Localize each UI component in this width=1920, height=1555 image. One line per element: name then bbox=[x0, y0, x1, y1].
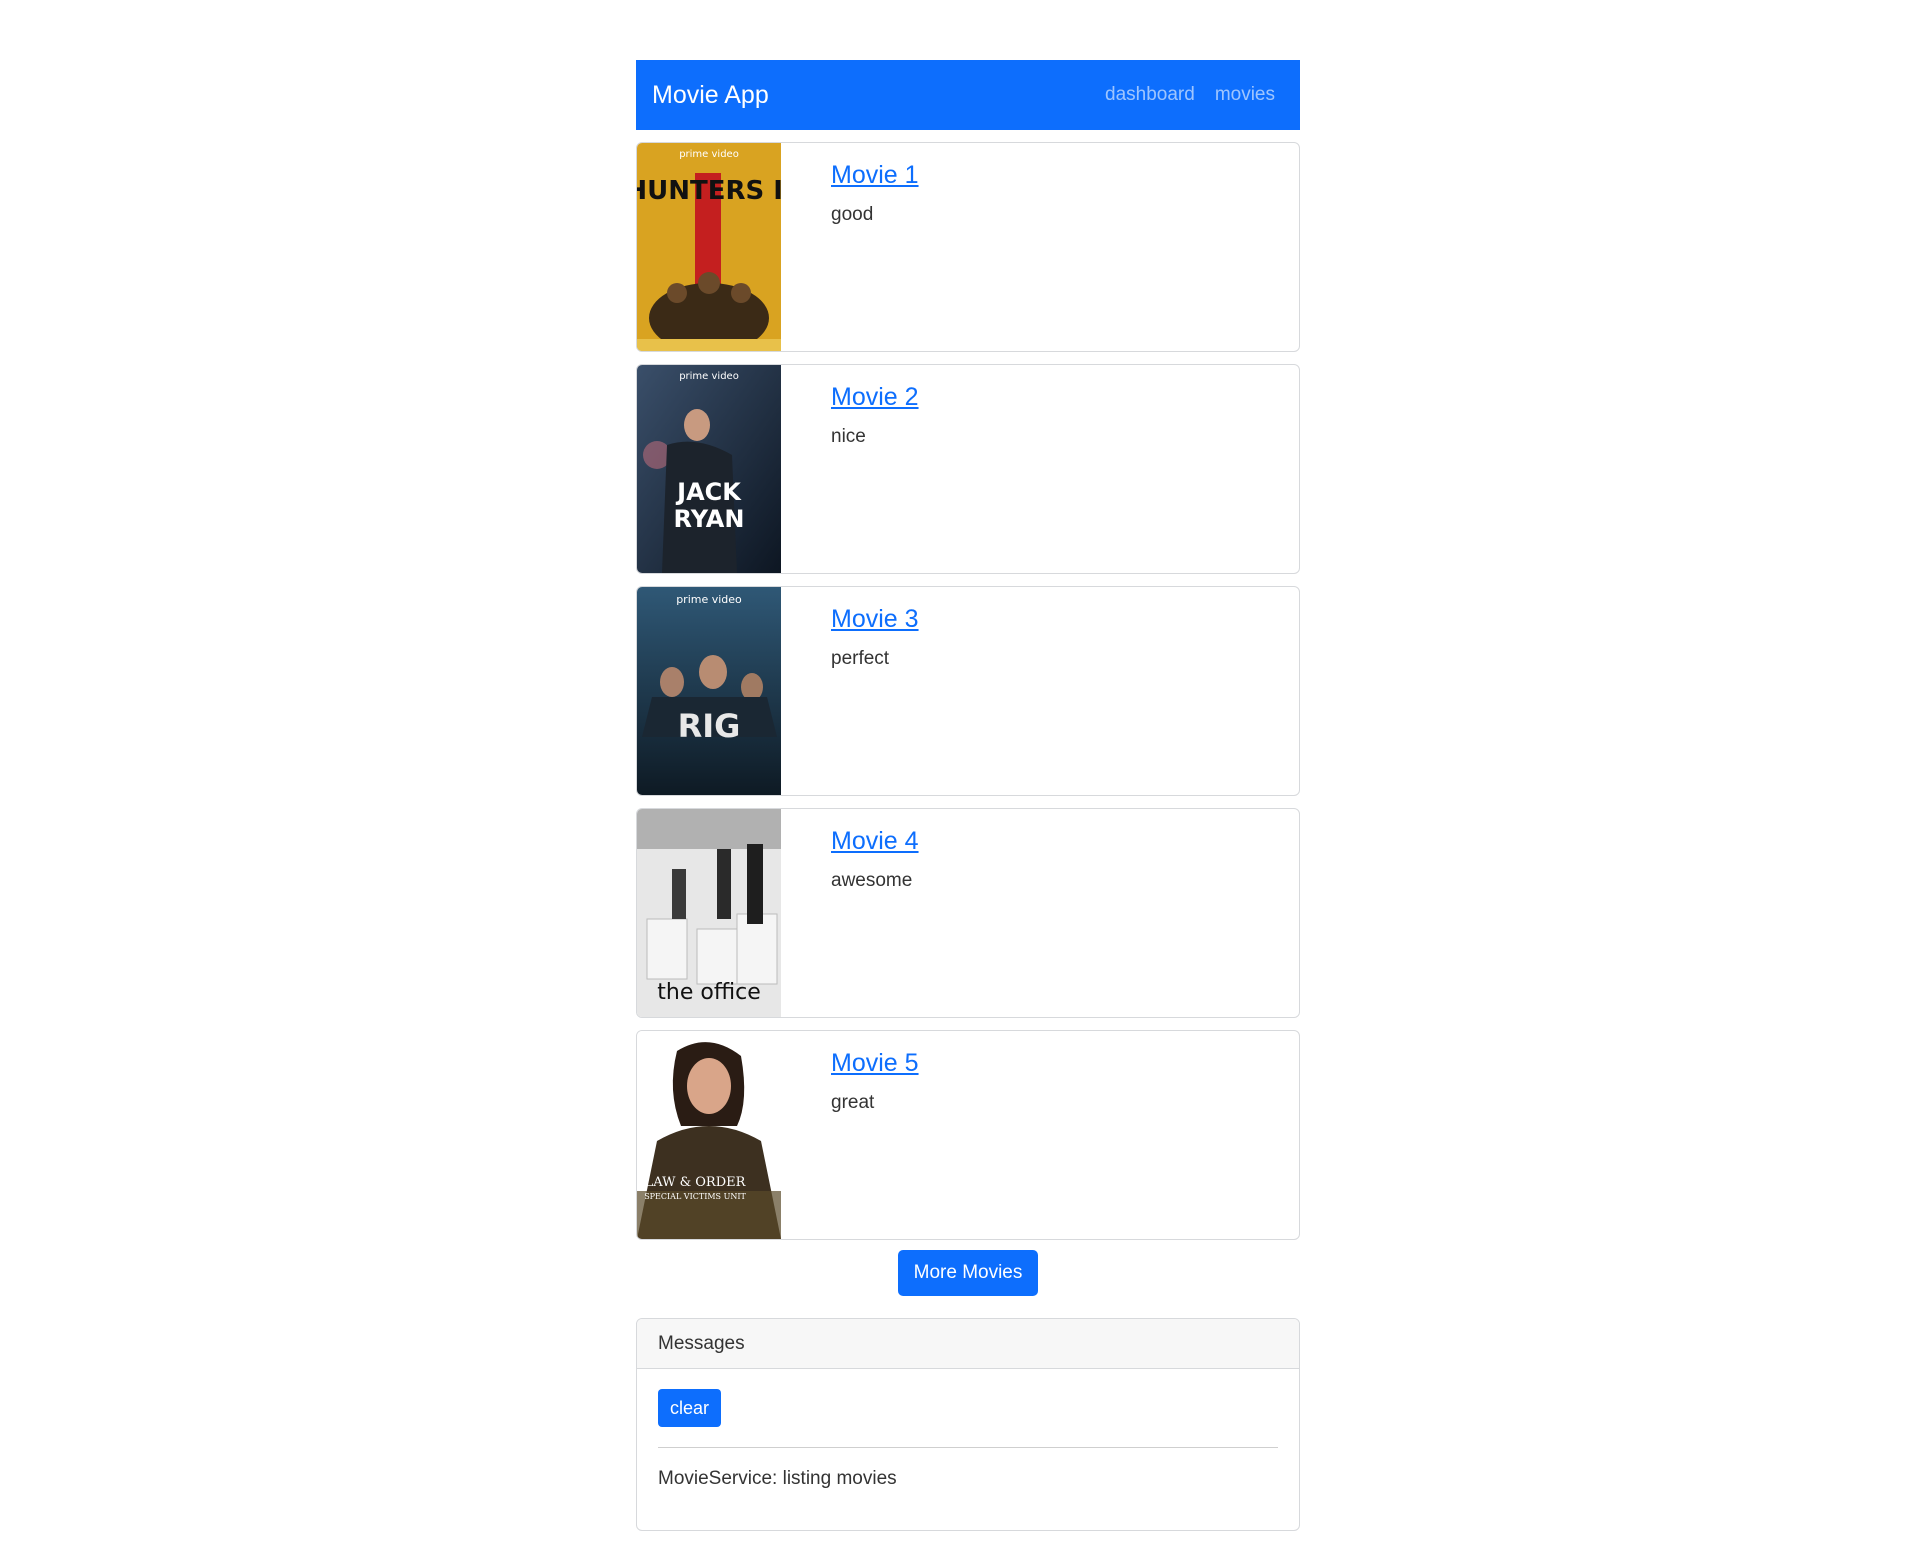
svg-text:RIG: RIG bbox=[678, 707, 741, 745]
message-item: MovieService: listing movies bbox=[658, 1468, 897, 1489]
movie-card: LAW & ORDER SPECIAL VICTIMS UNIT Movie 5… bbox=[636, 1030, 1300, 1240]
more-movies-button[interactable]: More Movies bbox=[897, 1250, 1039, 1296]
movie-card: prime video JACK RYAN Movie 2 nice bbox=[636, 364, 1300, 574]
movie-title-link[interactable]: Movie 4 bbox=[831, 827, 919, 856]
brand-link[interactable]: Movie App bbox=[652, 81, 769, 110]
movie-title-link[interactable]: Movie 1 bbox=[831, 161, 919, 190]
movie-body: Movie 5 great bbox=[781, 1031, 919, 1239]
movie-title-link[interactable]: Movie 2 bbox=[831, 383, 919, 412]
movie-poster: prime video JACK RYAN bbox=[637, 365, 781, 573]
nav-links: dashboard movies bbox=[1105, 84, 1275, 106]
svg-text:LAW & ORDER: LAW & ORDER bbox=[645, 1175, 747, 1190]
movie-description: nice bbox=[831, 426, 866, 447]
svg-text:prime video: prime video bbox=[676, 593, 742, 606]
svg-text:the office: the office bbox=[657, 980, 760, 1005]
movie-description: great bbox=[831, 1092, 875, 1113]
svg-text:prime video: prime video bbox=[679, 371, 739, 382]
messages-body: clear MovieService: listing movies bbox=[637, 1369, 1299, 1530]
movie-poster: prime video HUNTERS II bbox=[637, 143, 781, 351]
navbar: Movie App dashboard movies bbox=[636, 60, 1300, 130]
svg-text:SPECIAL VICTIMS UNIT: SPECIAL VICTIMS UNIT bbox=[644, 1192, 746, 1201]
nav-link-dashboard[interactable]: dashboard bbox=[1105, 84, 1195, 106]
movie-body: Movie 1 good bbox=[781, 143, 919, 351]
clear-messages-button[interactable]: clear bbox=[658, 1389, 722, 1427]
movie-body: Movie 4 awesome bbox=[781, 809, 919, 1017]
movie-list: prime video HUNTERS II Movie 1 good bbox=[636, 142, 1300, 1240]
movie-description: perfect bbox=[831, 648, 890, 669]
movie-poster: the office bbox=[637, 809, 781, 1017]
movie-body: Movie 3 perfect bbox=[781, 587, 919, 795]
more-movies-wrap: More Movies bbox=[636, 1250, 1300, 1296]
movie-description: awesome bbox=[831, 870, 913, 891]
movie-title-link[interactable]: Movie 3 bbox=[831, 605, 919, 634]
movie-card: the office Movie 4 awesome bbox=[636, 808, 1300, 1018]
movie-poster: prime video RIG bbox=[637, 587, 781, 795]
movie-card: prime video RIG Movie 3 perfect bbox=[636, 586, 1300, 796]
movie-poster: LAW & ORDER SPECIAL VICTIMS UNIT bbox=[637, 1031, 781, 1239]
svg-text:RYAN: RYAN bbox=[674, 505, 745, 533]
movie-title-link[interactable]: Movie 5 bbox=[831, 1049, 919, 1078]
svg-text:prime video: prime video bbox=[679, 149, 739, 160]
svg-text:JACK: JACK bbox=[675, 478, 742, 506]
app-container: Movie App dashboard movies prime video H… bbox=[636, 60, 1300, 1531]
messages-panel: Messages clear MovieService: listing mov… bbox=[636, 1318, 1300, 1531]
movie-card: prime video HUNTERS II Movie 1 good bbox=[636, 142, 1300, 352]
divider bbox=[658, 1447, 1278, 1448]
movie-body: Movie 2 nice bbox=[781, 365, 919, 573]
movie-description: good bbox=[831, 204, 874, 225]
svg-text:HUNTERS II: HUNTERS II bbox=[637, 176, 781, 206]
nav-link-movies[interactable]: movies bbox=[1215, 84, 1275, 106]
messages-header: Messages bbox=[637, 1319, 1299, 1369]
